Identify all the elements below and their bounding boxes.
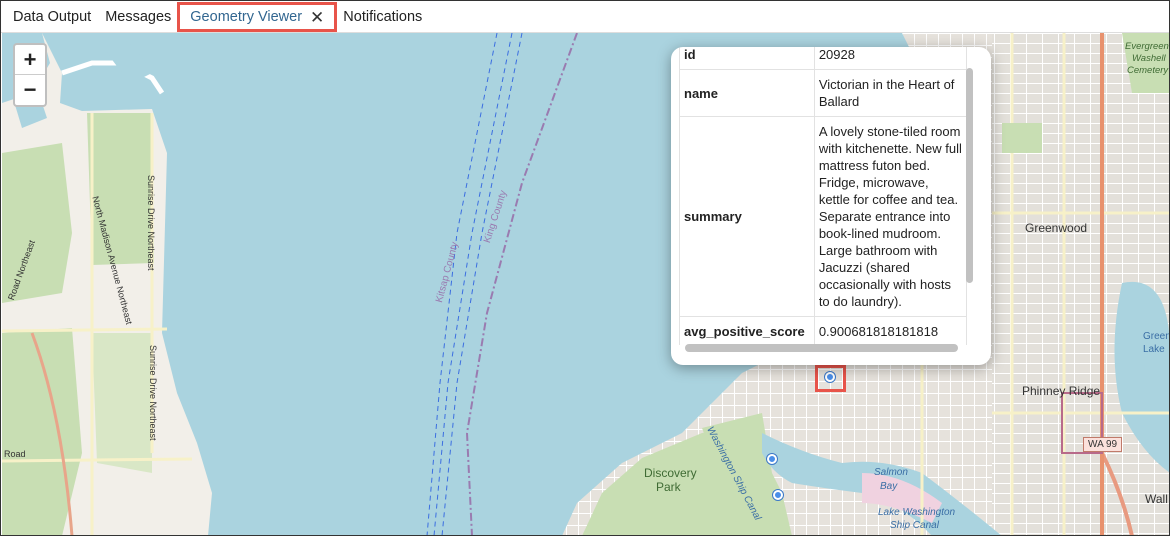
close-icon[interactable]: ✕ — [310, 9, 324, 26]
label-wa99-shield: WA 99 — [1083, 437, 1123, 452]
label-green-lake-2: Lake — [1143, 344, 1165, 355]
tab-geometry-viewer[interactable]: Geometry Viewer ✕ — [177, 2, 338, 32]
property-value: A lovely stone-tiled room with kitchenet… — [813, 116, 967, 317]
map-canvas[interactable]: Greenwood Phinney Ridge Discovery Park S… — [2, 33, 1170, 535]
map-marker[interactable] — [773, 490, 783, 500]
tab-label: Notifications — [343, 8, 423, 25]
app-frame: Data Output Messages Geometry Viewer ✕ N… — [0, 0, 1170, 536]
label-lake-washington-ship-canal-1: Lake Washington — [878, 507, 956, 518]
properties-table: id 20928 name Victorian in the Heart of … — [679, 47, 967, 345]
property-key: summary — [679, 116, 815, 317]
zoom-in-button[interactable]: + — [15, 45, 45, 75]
label-lake-washington-ship-canal-2: Ship Canal — [890, 520, 939, 531]
table-row: name Victorian in the Heart of Ballard — [679, 69, 967, 117]
label-wall: Wall — [1145, 492, 1168, 506]
label-phinney-ridge: Phinney Ridge — [1022, 384, 1101, 398]
popup-vertical-scrollbar[interactable] — [966, 68, 973, 283]
label-evergreen-3: Cemetery — [1127, 65, 1169, 76]
map-marker[interactable] — [767, 454, 777, 464]
label-discovery-park-2: Park — [656, 480, 681, 494]
popup-horizontal-scrollbar[interactable] — [685, 344, 958, 352]
property-key: id — [679, 47, 815, 70]
label-salmon-bay-1: Salmon — [874, 467, 908, 478]
label-discovery-park-1: Discovery — [644, 466, 697, 480]
popup-content[interactable]: id 20928 name Victorian in the Heart of … — [679, 47, 967, 345]
label-sunrise-drive-1: Sunrise Drive Northeast — [146, 175, 156, 271]
tab-messages[interactable]: Messages — [99, 1, 177, 33]
property-value: 0.900681818181818 — [813, 316, 967, 345]
tab-label: Data Output — [13, 8, 92, 25]
label-evergreen-2: Washell — [1132, 53, 1166, 64]
label-salmon-bay-2: Bay — [880, 481, 898, 492]
map-tiles — [2, 33, 1169, 535]
selected-marker-highlight — [815, 365, 846, 392]
table-row: id 20928 — [679, 47, 967, 70]
tab-bar: Data Output Messages Geometry Viewer ✕ N… — [1, 1, 1169, 33]
property-value: 20928 — [813, 47, 967, 70]
tab-data-output[interactable]: Data Output — [1, 1, 99, 33]
tab-notifications[interactable]: Notifications — [337, 1, 428, 33]
label-greenwood: Greenwood — [1025, 221, 1088, 235]
feature-popup: id 20928 name Victorian in the Heart of … — [671, 47, 991, 365]
label-sunrise-drive-2: Sunrise Drive Northeast — [148, 345, 158, 441]
property-key: name — [679, 69, 815, 117]
label-road: Road — [4, 449, 26, 459]
property-value: Victorian in the Heart of Ballard — [813, 69, 967, 117]
tab-label: Geometry Viewer — [190, 9, 303, 25]
property-key: avg_positive_score — [679, 316, 815, 345]
zoom-out-button[interactable]: − — [15, 75, 45, 105]
zoom-control: + − — [13, 43, 47, 107]
label-green-lake-1: Green — [1143, 331, 1170, 342]
table-row: summary A lovely stone-tiled room with k… — [679, 116, 967, 317]
label-evergreen-1: Evergreen — [1125, 41, 1169, 52]
table-row: avg_positive_score 0.900681818181818 — [679, 316, 967, 345]
tab-label: Messages — [105, 8, 172, 25]
